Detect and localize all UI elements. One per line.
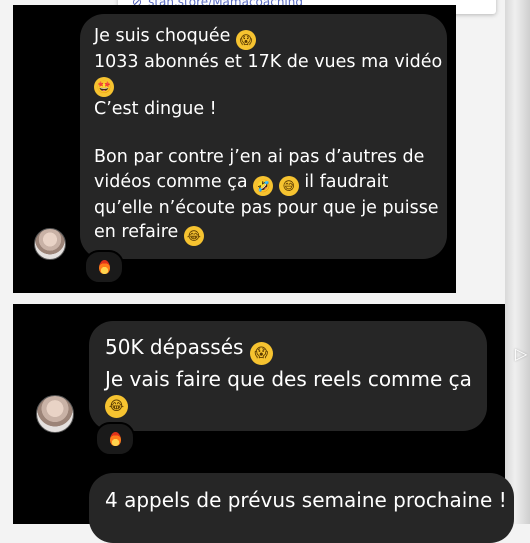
message-line: 1033 abonnés et 17K de vues ma vidéo [94,52,443,72]
avatar [36,395,74,433]
grinning-sweat-icon: 😅 [278,175,299,196]
message-line: C’est dingue ! [94,98,217,119]
fire-icon [109,432,121,446]
message-line: Bon par contre j’en ai pas d’autres de [94,147,425,167]
face-screaming-in-fear-icon: 😱 [235,30,256,50]
rolling-on-floor-laughing-icon: 🤣 [253,175,274,196]
message-line: Je vais faire que des reels comme ça [105,367,472,391]
play-icon[interactable]: ▷ [515,344,527,363]
message-bubble[interactable]: Je suis choquée 😱 1033 abonnés et 17K de… [80,14,447,259]
fire-reaction[interactable] [95,422,135,456]
message-line: Je suis choquée [94,26,231,46]
message-line: qu’elle n’écoute pas pour que je puisse [94,197,439,218]
star-struck-icon: 🤩 [94,76,114,97]
fire-reaction[interactable] [84,250,124,284]
face-screaming-in-fear-icon: 😱 [249,342,273,365]
fire-icon [98,260,110,274]
tears-of-joy-icon: 😂 [183,226,204,246]
background-video-strip: ▷ [505,0,530,524]
message-line: en refaire [94,222,179,242]
message-line: vidéos comme ça [94,171,248,192]
message-bubble[interactable]: 4 appels de prévus semaine prochaine ! [89,473,514,543]
message-bubble[interactable]: 50K dépassés 😱 Je vais faire que des ree… [89,321,487,431]
avatar [34,228,66,260]
message-line: il faudrait [304,171,389,192]
message-line: 4 appels de prévus semaine prochaine ! [105,488,507,512]
tears-of-joy-icon: 😂 [105,395,128,418]
message-line: 50K dépassés [105,335,244,359]
